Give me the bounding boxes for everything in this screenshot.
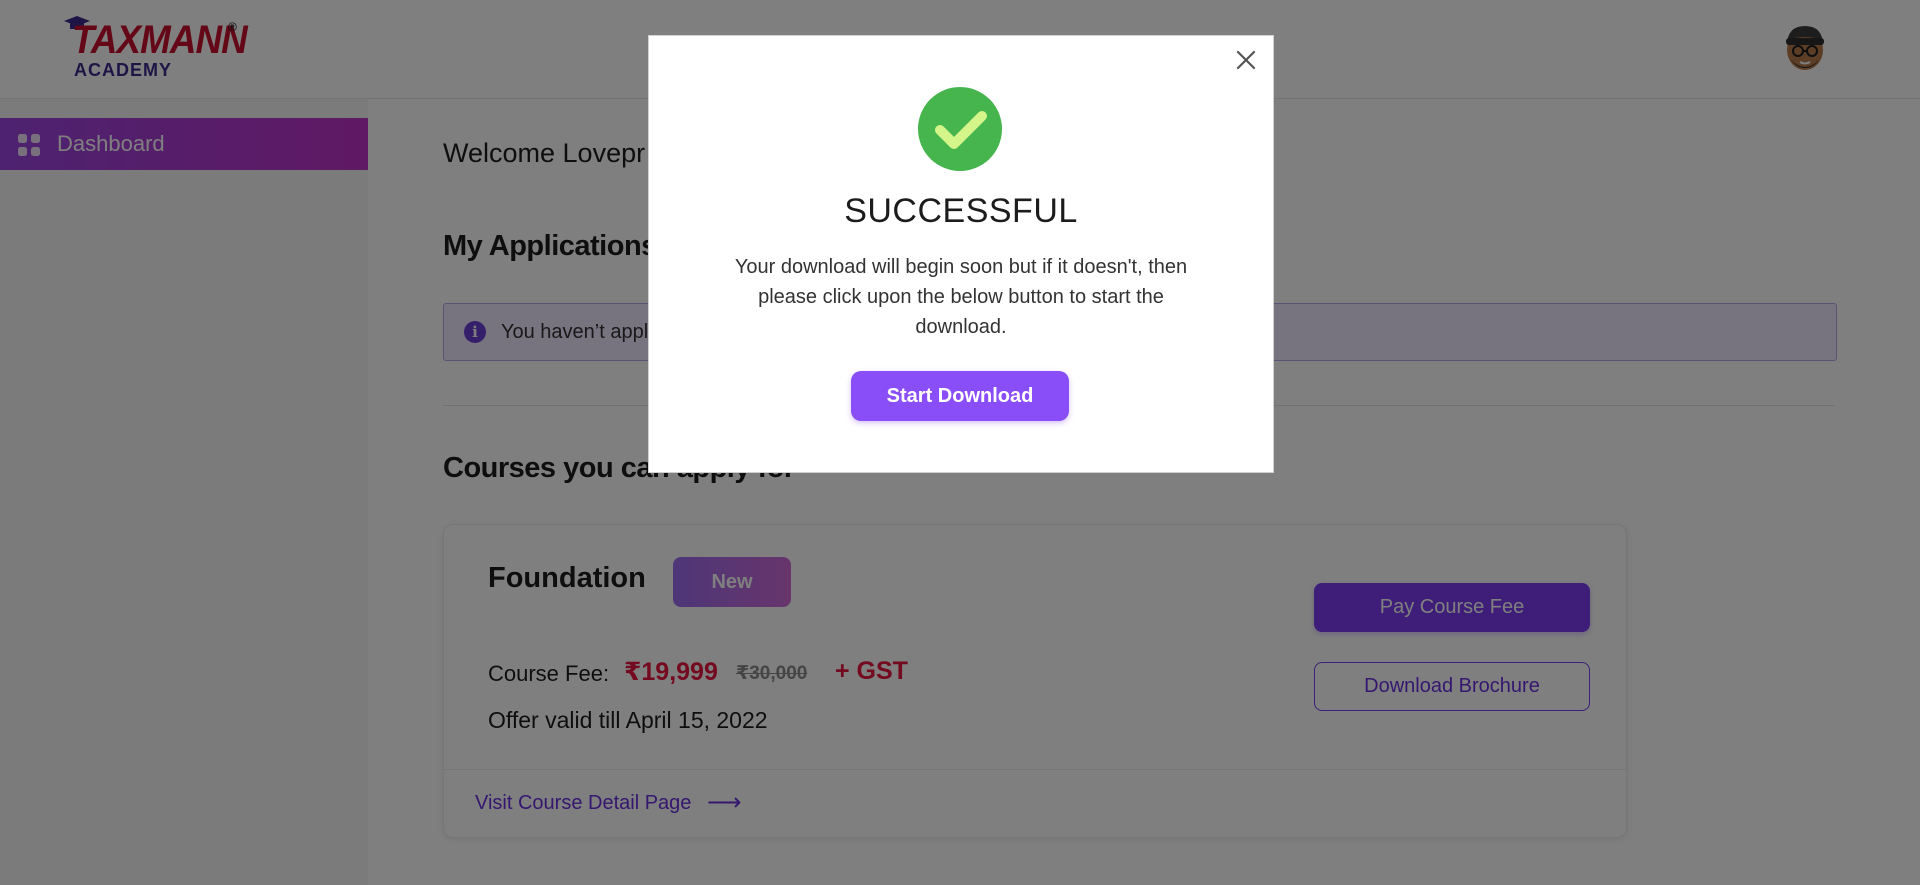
download-success-modal: SUCCESSFUL Your download will begin soon… [648, 35, 1274, 473]
modal-message: Your download will begin soon but if it … [734, 256, 1188, 338]
modal-title: SUCCESSFUL [844, 192, 1078, 230]
check-circle-icon [918, 87, 1002, 171]
start-download-button[interactable]: Start Download [851, 371, 1069, 421]
close-icon[interactable] [1231, 45, 1261, 75]
checkmark-icon [935, 111, 987, 149]
